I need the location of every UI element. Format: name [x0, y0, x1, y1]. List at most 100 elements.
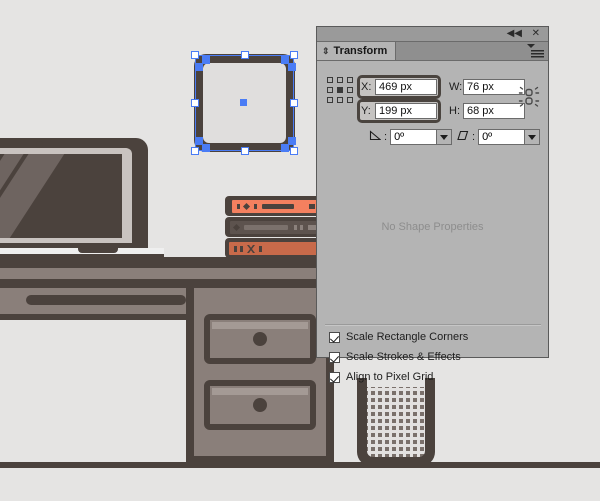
laptop-trackpad-notch [78, 248, 118, 253]
bbox-handle-bottom-center[interactable] [241, 147, 249, 155]
checkbox-label: Align to Pixel Grid [346, 371, 434, 383]
laptop-webcam-icon [36, 141, 43, 148]
y-input[interactable] [375, 103, 437, 119]
x-input[interactable] [375, 79, 437, 95]
rotate-combo[interactable] [390, 129, 453, 145]
tab-transform-label: Transform [333, 45, 388, 57]
desk-surface [0, 268, 330, 279]
drawer-cabinet[interactable] [186, 288, 334, 466]
checkbox-align-to-pixel-grid[interactable] [329, 371, 340, 383]
shear-icon [457, 130, 469, 144]
book-mark [259, 246, 262, 252]
book-mark [240, 246, 243, 252]
checkbox-row-scale-strokes-effects[interactable]: Scale Strokes & Effects [329, 351, 461, 363]
cabinet-base [186, 456, 334, 466]
ref-point-bottom-left[interactable] [327, 97, 333, 103]
h-field-row: H: [449, 103, 525, 119]
checkbox-label: Scale Strokes & Effects [346, 351, 461, 363]
book-mark [234, 246, 237, 252]
anchor-point[interactable] [202, 144, 210, 152]
book-mark [244, 225, 288, 230]
collapse-icon[interactable]: ◀◀ [507, 28, 522, 40]
w-label: W: [449, 81, 463, 93]
rotate-field-row: : [369, 129, 453, 145]
panel-menu-icon[interactable] [527, 44, 544, 58]
mesh-wastebasket[interactable] [357, 378, 435, 466]
ref-point-top-right[interactable] [347, 77, 353, 83]
panel-tabstrip[interactable]: ⇕ Transform [317, 42, 548, 61]
rotate-input[interactable] [390, 129, 437, 145]
book-mark [309, 204, 315, 209]
book-mark [254, 204, 257, 209]
shear-combo[interactable] [478, 129, 541, 145]
book-mark [237, 204, 240, 209]
tab-transform[interactable]: ⇕ Transform [317, 42, 397, 60]
bbox-handle-top-center[interactable] [241, 51, 249, 59]
panel-divider [325, 324, 541, 326]
book-mark [262, 204, 294, 209]
rotate-dropdown-arrow[interactable] [436, 129, 453, 145]
rotate-colon: : [384, 131, 388, 143]
bbox-handle-bottom-right[interactable] [290, 147, 298, 155]
close-icon[interactable]: ✕ [532, 28, 540, 40]
book-middle [225, 217, 330, 237]
reference-point-grid[interactable] [327, 77, 353, 103]
book-bottom [225, 238, 325, 258]
y-field-row: Y: [361, 103, 437, 119]
drawer-lower[interactable] [204, 380, 316, 430]
checkbox-scale-rectangle-corners[interactable] [329, 331, 340, 343]
ref-point-middle-right[interactable] [347, 87, 353, 93]
transform-panel[interactable]: ◀◀ ✕ ⇕ Transform X: 469 px Y: 199 px W: … [316, 26, 549, 383]
drawer-knob[interactable] [253, 398, 267, 412]
book-mark [294, 225, 297, 230]
book-top [225, 196, 325, 216]
panel-body: X: Y: W: H: [317, 61, 548, 383]
panel-titlebar[interactable]: ◀◀ ✕ [317, 27, 548, 42]
bbox-handle-bottom-left[interactable] [191, 147, 199, 155]
x-label: X: [361, 81, 372, 93]
bbox-handle-middle-left[interactable] [191, 99, 199, 107]
anchor-point[interactable] [281, 144, 289, 152]
selection-center-point [240, 99, 247, 106]
no-shape-properties-message: No Shape Properties [381, 221, 484, 233]
drawer-knob[interactable] [253, 332, 267, 346]
h-input[interactable] [463, 103, 525, 119]
anchor-point[interactable] [288, 63, 296, 71]
chevron-down-icon [527, 44, 535, 48]
desk-edge [0, 279, 330, 288]
h-label: H: [449, 105, 460, 117]
ref-point-top-left[interactable] [327, 77, 333, 83]
bbox-handle-top-left[interactable] [191, 51, 199, 59]
drawer-upper[interactable] [204, 314, 316, 364]
desk-apron-slot [26, 295, 186, 305]
laptop-illustration[interactable] [0, 138, 164, 263]
broken-link-icon[interactable] [518, 85, 540, 109]
shear-colon: : [472, 131, 476, 143]
updown-arrow-icon: ⇕ [322, 45, 330, 56]
ref-point-bottom-right[interactable] [347, 97, 353, 103]
laptop-screen [0, 154, 122, 238]
cabinet-left-side [186, 288, 194, 466]
shear-input[interactable] [478, 129, 525, 145]
ref-point-middle-left[interactable] [327, 87, 333, 93]
bbox-handle-middle-right[interactable] [290, 99, 298, 107]
bbox-handle-top-right[interactable] [290, 51, 298, 59]
anchor-point[interactable] [288, 137, 296, 145]
shear-dropdown-arrow[interactable] [524, 129, 541, 145]
w-input[interactable] [463, 79, 525, 95]
anchor-point[interactable] [202, 56, 210, 64]
book-stack[interactable] [225, 196, 330, 258]
drawer-highlight [212, 322, 308, 329]
book-mark [300, 225, 303, 230]
selection-overlay[interactable] [189, 49, 300, 157]
drawer-highlight [212, 388, 308, 395]
wastebasket-mesh-pattern [367, 387, 425, 457]
checkbox-row-scale-rectangle-corners[interactable]: Scale Rectangle Corners [329, 331, 468, 343]
ref-point-center[interactable] [337, 87, 343, 93]
ref-point-bottom-center[interactable] [337, 97, 343, 103]
checkbox-scale-strokes-effects[interactable] [329, 351, 340, 363]
shear-field-row: : [457, 129, 541, 145]
ref-point-top-center[interactable] [337, 77, 343, 83]
anchor-point[interactable] [195, 63, 203, 71]
checkbox-row-align-to-pixel-grid[interactable]: Align to Pixel Grid [329, 371, 433, 383]
